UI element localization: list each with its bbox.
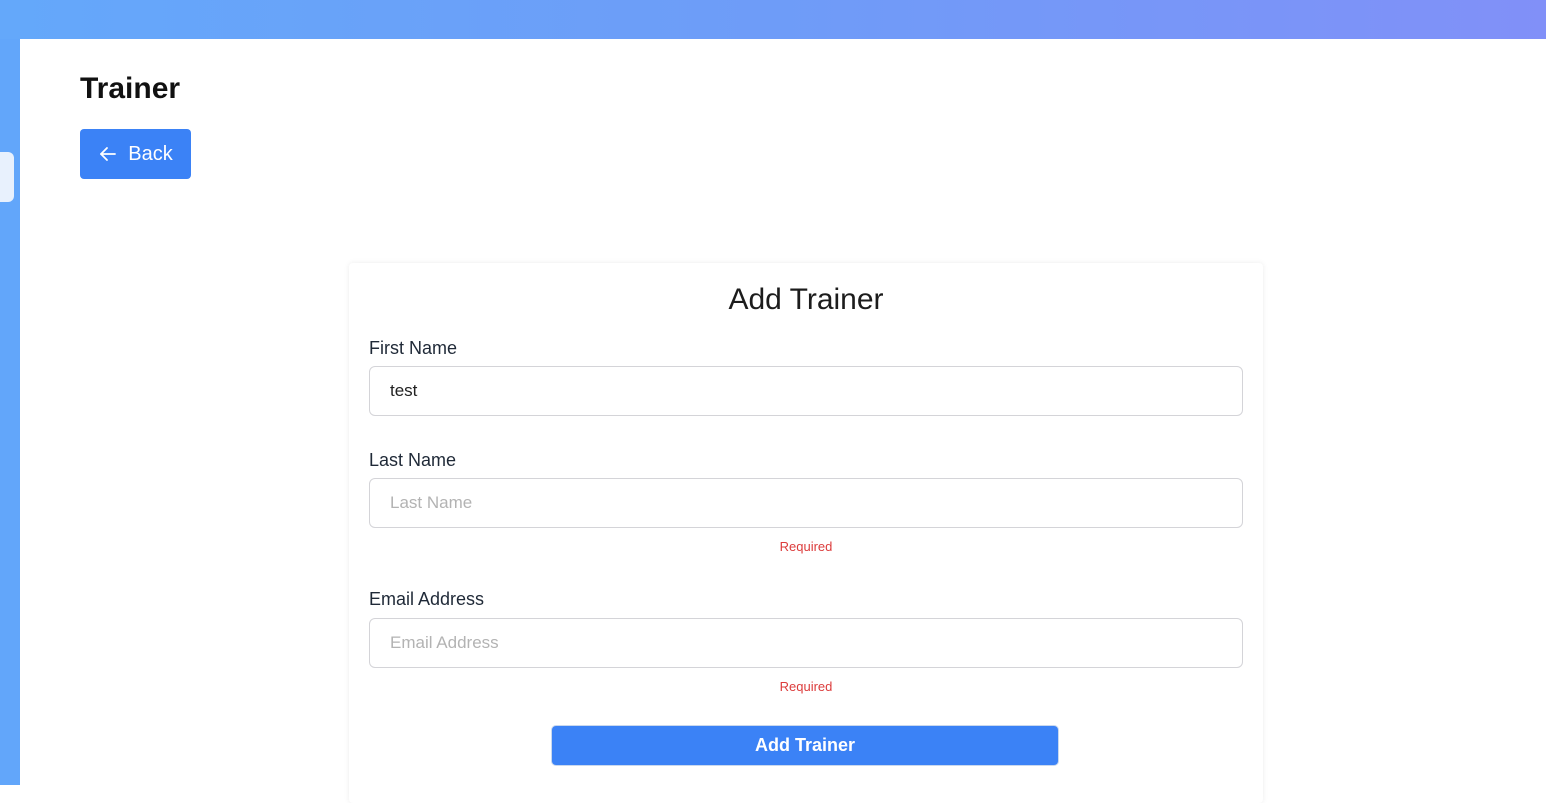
last-name-label: Last Name (369, 450, 457, 470)
email-input[interactable] (369, 618, 1243, 668)
add-trainer-button[interactable]: Add Trainer (551, 725, 1059, 766)
sidebar (0, 39, 20, 785)
email-error: Required (779, 679, 833, 694)
back-button[interactable]: Back (80, 129, 191, 179)
page-title: Trainer (80, 72, 181, 105)
first-name-label: First Name (369, 338, 458, 358)
last-name-input[interactable] (369, 478, 1243, 528)
sidebar-toggle-tab[interactable] (0, 152, 14, 202)
form-title: Add Trainer (728, 283, 884, 316)
last-name-error: Required (779, 539, 833, 554)
back-button-label: Back (128, 142, 173, 165)
arrow-left-icon (98, 144, 118, 164)
first-name-input[interactable] (369, 366, 1243, 416)
add-trainer-form: Add Trainer First Name Last Name Require… (349, 263, 1263, 803)
top-header-bar (0, 0, 1546, 39)
email-label: Email Address (369, 589, 485, 609)
